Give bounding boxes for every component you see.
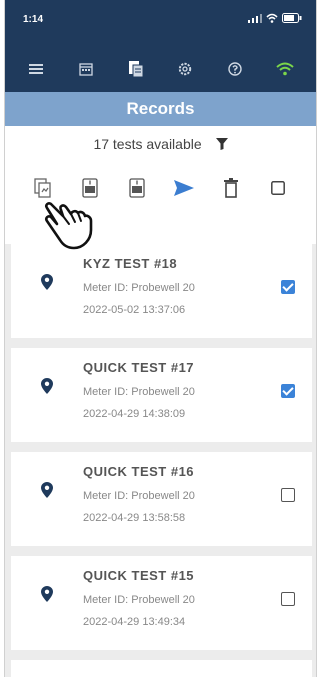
status-bar: 1:14 bbox=[5, 0, 316, 46]
signal-icon bbox=[248, 14, 262, 23]
record-meter: Meter ID: Probewell 20 bbox=[83, 490, 195, 502]
checkbox-icon bbox=[271, 181, 286, 195]
record-card[interactable]: QUICK TEST #15 Meter ID: Probewell 20 20… bbox=[11, 556, 312, 650]
location-pin-icon bbox=[41, 274, 53, 290]
location-pin-icon bbox=[41, 378, 53, 394]
record-card[interactable]: KYZ TEST #18 Meter ID: Probewell 20 2022… bbox=[11, 244, 312, 338]
settings-button[interactable] bbox=[168, 52, 202, 86]
send-icon bbox=[174, 180, 195, 196]
filter-button[interactable] bbox=[215, 137, 228, 153]
export-a-icon bbox=[82, 178, 98, 198]
record-checkbox[interactable] bbox=[281, 384, 295, 398]
delete-button[interactable] bbox=[217, 174, 245, 202]
record-meter: Meter ID: Probewell 20 bbox=[83, 282, 195, 294]
record-title: QUICK TEST #16 bbox=[83, 464, 195, 479]
send-button[interactable] bbox=[170, 174, 198, 202]
record-date: 2022-04-29 13:58:58 bbox=[83, 512, 186, 524]
record-checkbox[interactable] bbox=[281, 280, 295, 294]
record-title: QUICK TEST #17 bbox=[83, 360, 195, 375]
battery-icon bbox=[282, 13, 302, 23]
location-pin-icon bbox=[41, 586, 53, 602]
record-card[interactable]: QUICK TEST #16 Meter ID: Probewell 20 20… bbox=[11, 452, 312, 546]
record-card[interactable]: QUICK TEST #17 Meter ID: Probewell 20 20… bbox=[11, 348, 312, 442]
record-meter: Meter ID: Probewell 20 bbox=[83, 594, 195, 606]
record-date: 2022-04-29 14:38:09 bbox=[83, 408, 186, 420]
menu-button[interactable] bbox=[19, 52, 53, 86]
record-date: 2022-05-02 13:37:06 bbox=[83, 304, 186, 316]
calendar-icon bbox=[79, 63, 93, 76]
record-title: QUICK TEST #15 bbox=[83, 568, 195, 583]
pointer-hand-icon bbox=[45, 202, 93, 250]
menu-icon bbox=[28, 64, 43, 74]
settings-icon bbox=[179, 62, 192, 76]
record-title: KYZ TEST #18 bbox=[83, 256, 178, 271]
record-checkbox[interactable] bbox=[281, 592, 295, 606]
calendar-button[interactable] bbox=[69, 52, 103, 86]
phone-screen: 1:14 Records 17 tests available KYZ TEST… bbox=[4, 0, 317, 677]
page-title: Records bbox=[5, 92, 316, 126]
record-card-partial[interactable] bbox=[11, 660, 312, 677]
connection-button[interactable] bbox=[268, 52, 302, 86]
count-row: 17 tests available bbox=[5, 136, 316, 153]
select-all-checkbox[interactable] bbox=[264, 174, 292, 202]
status-time: 1:14 bbox=[23, 14, 44, 25]
export-b-icon bbox=[129, 178, 145, 198]
report-icon bbox=[33, 178, 51, 198]
records-nav-button[interactable] bbox=[119, 52, 153, 86]
record-date: 2022-04-29 13:49:34 bbox=[83, 616, 186, 628]
help-button[interactable] bbox=[218, 52, 252, 86]
record-meter: Meter ID: Probewell 20 bbox=[83, 386, 195, 398]
trash-icon bbox=[224, 178, 239, 198]
help-icon bbox=[228, 62, 242, 76]
status-icons bbox=[248, 13, 302, 23]
top-nav bbox=[5, 46, 316, 92]
export-b-button[interactable] bbox=[123, 174, 151, 202]
record-checkbox[interactable] bbox=[281, 488, 295, 502]
filter-icon bbox=[215, 138, 228, 151]
tests-count: 17 tests available bbox=[93, 136, 202, 152]
location-pin-icon bbox=[41, 482, 53, 498]
wifi-icon bbox=[276, 62, 294, 76]
records-icon bbox=[128, 61, 144, 78]
wifi-status-icon bbox=[266, 13, 278, 23]
